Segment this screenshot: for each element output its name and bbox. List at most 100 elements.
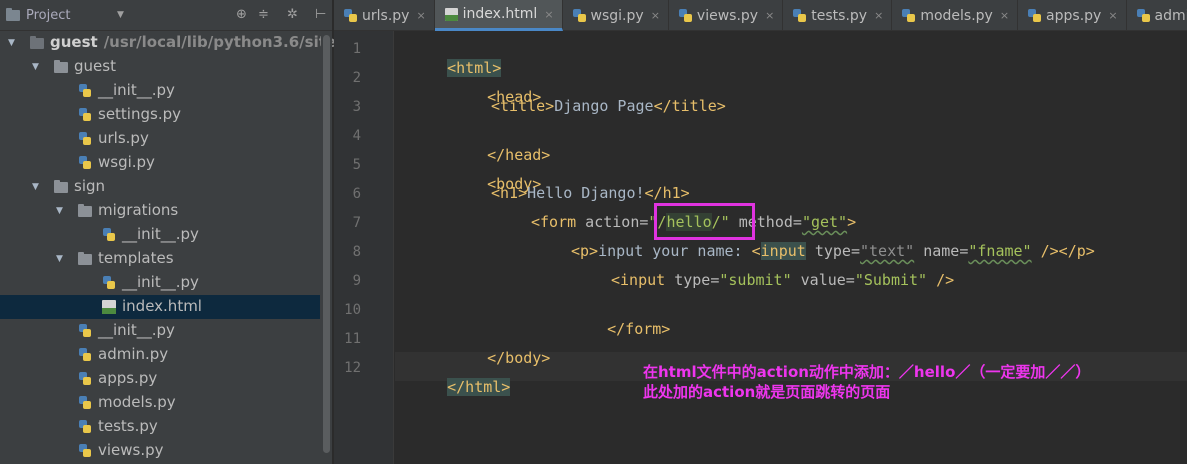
hide-panel-icon[interactable]: ⊢ bbox=[315, 7, 326, 22]
project-tree-scrollbar[interactable] bbox=[321, 31, 332, 456]
line-number: 1 bbox=[352, 41, 361, 57]
line-number: 9 bbox=[352, 273, 361, 289]
code-line-4[interactable]: </head> bbox=[451, 125, 550, 164]
tree-item[interactable]: apps.py bbox=[0, 367, 320, 391]
tree-item[interactable]: ▼ guest/usr/local/lib/python3.6/site- bbox=[0, 31, 342, 55]
tree-item[interactable]: __init__.py bbox=[0, 271, 320, 295]
line-number: 3 bbox=[352, 99, 361, 115]
hello-annotation-box bbox=[654, 203, 755, 240]
tree-item[interactable]: ▼ templates bbox=[0, 247, 320, 271]
tree-item-label: settings.py bbox=[98, 105, 181, 123]
code-line-1[interactable]: <html> bbox=[411, 38, 502, 77]
python-file-icon bbox=[78, 372, 92, 386]
line-number: 12 bbox=[344, 360, 361, 376]
tab-label: models.py bbox=[920, 7, 993, 24]
scrollbar-thumb[interactable] bbox=[323, 35, 330, 453]
tree-item[interactable]: urls.py bbox=[0, 127, 320, 151]
tree-item[interactable]: __init__.py bbox=[0, 79, 320, 103]
tab-label: tests.py bbox=[811, 7, 868, 24]
python-file-icon bbox=[102, 276, 116, 290]
code-line-11[interactable]: </body> bbox=[451, 328, 550, 367]
close-tab-icon[interactable]: × bbox=[874, 9, 883, 22]
collapse-all-icon[interactable]: ≑ bbox=[258, 7, 269, 22]
code-line-6[interactable]: <h1>Hello Django!</h1> bbox=[491, 183, 690, 203]
tree-item[interactable]: ▼ migrations bbox=[0, 199, 320, 223]
expand-arrow-icon[interactable]: ▼ bbox=[56, 206, 63, 216]
close-tab-icon[interactable]: × bbox=[416, 9, 425, 22]
close-tab-icon[interactable]: × bbox=[765, 9, 774, 22]
folder-icon bbox=[78, 204, 92, 217]
project-panel-title[interactable]: Project bbox=[26, 8, 70, 23]
tree-item[interactable]: views.py bbox=[0, 439, 320, 463]
expand-arrow-icon[interactable]: ▼ bbox=[8, 38, 15, 48]
close-tab-icon[interactable]: × bbox=[1000, 9, 1009, 22]
tab-label: urls.py bbox=[362, 7, 410, 24]
html-file-icon bbox=[102, 300, 116, 314]
code-line-9[interactable]: <input type="submit" value="Submit" /> bbox=[611, 270, 954, 290]
tree-item-label: index.html bbox=[122, 297, 202, 315]
tree-item-label: guest/usr/local/lib/python3.6/site- bbox=[50, 33, 343, 51]
gear-icon[interactable]: ✲ bbox=[287, 7, 298, 22]
python-file-icon bbox=[78, 156, 92, 170]
tree-item[interactable]: settings.py bbox=[0, 103, 320, 127]
python-file-icon bbox=[78, 348, 92, 362]
tree-item-label: models.py bbox=[98, 393, 176, 411]
tree-item[interactable]: ▼ guest bbox=[0, 55, 320, 79]
line-number: 6 bbox=[352, 186, 361, 202]
python-file-icon bbox=[78, 444, 92, 458]
editor-tab[interactable]: tests.py × bbox=[783, 0, 893, 31]
close-tab-icon[interactable]: × bbox=[651, 9, 660, 22]
tree-item-label: __init__.py bbox=[98, 321, 175, 339]
editor-tab[interactable]: urls.py × bbox=[334, 0, 435, 31]
project-tree: ▼ guest/usr/local/lib/python3.6/site- ▼ gue… bbox=[0, 31, 342, 464]
close-tab-icon[interactable]: × bbox=[544, 8, 553, 21]
line-number: 7 bbox=[352, 215, 361, 231]
tree-item-label: wsgi.py bbox=[98, 153, 155, 171]
annotation-line-1: 在html文件中的action动作中添加：／hello／（一定要加／／） bbox=[643, 363, 1091, 381]
tree-item[interactable]: __init__.py bbox=[0, 223, 320, 247]
tree-item-label: urls.py bbox=[98, 129, 149, 147]
python-file-icon bbox=[1028, 9, 1042, 22]
code-line-5[interactable]: <body> bbox=[451, 154, 541, 193]
locate-file-icon[interactable]: ⊕ bbox=[236, 7, 247, 22]
editor-tab[interactable]: apps.py × bbox=[1018, 0, 1127, 31]
tree-item[interactable]: index.html bbox=[0, 295, 320, 319]
python-file-icon bbox=[78, 84, 92, 98]
folder-icon bbox=[30, 36, 44, 49]
tree-item[interactable]: wsgi.py bbox=[0, 151, 320, 175]
editor-tab[interactable]: models.py × bbox=[892, 0, 1019, 31]
annotation-note: 在html文件中的action动作中添加：／hello／（一定要加／／） 此处加… bbox=[643, 362, 1090, 402]
tree-item[interactable]: models.py bbox=[0, 391, 320, 415]
code-line-12[interactable]: </html> bbox=[411, 357, 511, 396]
tree-item[interactable]: admin.py bbox=[0, 343, 320, 367]
editor-tab[interactable]: admin.py× bbox=[1127, 0, 1187, 31]
expand-arrow-icon[interactable]: ▼ bbox=[56, 254, 63, 264]
editor-tab[interactable]: index.html × bbox=[434, 0, 563, 31]
line-number: 5 bbox=[352, 157, 361, 173]
code-line-8[interactable]: <p>input your name: <input type="text" n… bbox=[571, 241, 1095, 261]
tree-item[interactable]: ▼ sign bbox=[0, 175, 320, 199]
tab-label: wsgi.py bbox=[590, 7, 644, 24]
tab-label: apps.py bbox=[1046, 7, 1102, 24]
code-line-10[interactable]: </form> bbox=[571, 299, 670, 338]
tree-item-label: admin.py bbox=[98, 345, 169, 363]
tree-item-label: __init__.py bbox=[122, 273, 199, 291]
close-tab-icon[interactable]: × bbox=[1108, 9, 1117, 22]
python-file-icon bbox=[78, 396, 92, 410]
line-number: 8 bbox=[352, 244, 361, 260]
line-number: 2 bbox=[352, 70, 361, 86]
python-file-icon bbox=[78, 420, 92, 434]
tree-item[interactable]: tests.py bbox=[0, 415, 320, 439]
project-view-dropdown-icon[interactable]: ▼ bbox=[117, 10, 124, 20]
python-file-icon bbox=[902, 9, 916, 22]
code-line-2[interactable]: <head> bbox=[451, 67, 541, 106]
tree-item[interactable]: __init__.py bbox=[0, 319, 320, 343]
expand-arrow-icon[interactable]: ▼ bbox=[32, 62, 39, 72]
editor-tab[interactable]: wsgi.py × bbox=[563, 0, 669, 31]
code-line-3[interactable]: <title>Django Page</title> bbox=[491, 96, 726, 116]
tree-item-label: apps.py bbox=[98, 369, 158, 387]
editor-tab[interactable]: views.py × bbox=[669, 0, 784, 31]
python-file-icon bbox=[344, 9, 357, 22]
expand-arrow-icon[interactable]: ▼ bbox=[32, 182, 39, 192]
python-file-icon bbox=[1136, 9, 1150, 22]
